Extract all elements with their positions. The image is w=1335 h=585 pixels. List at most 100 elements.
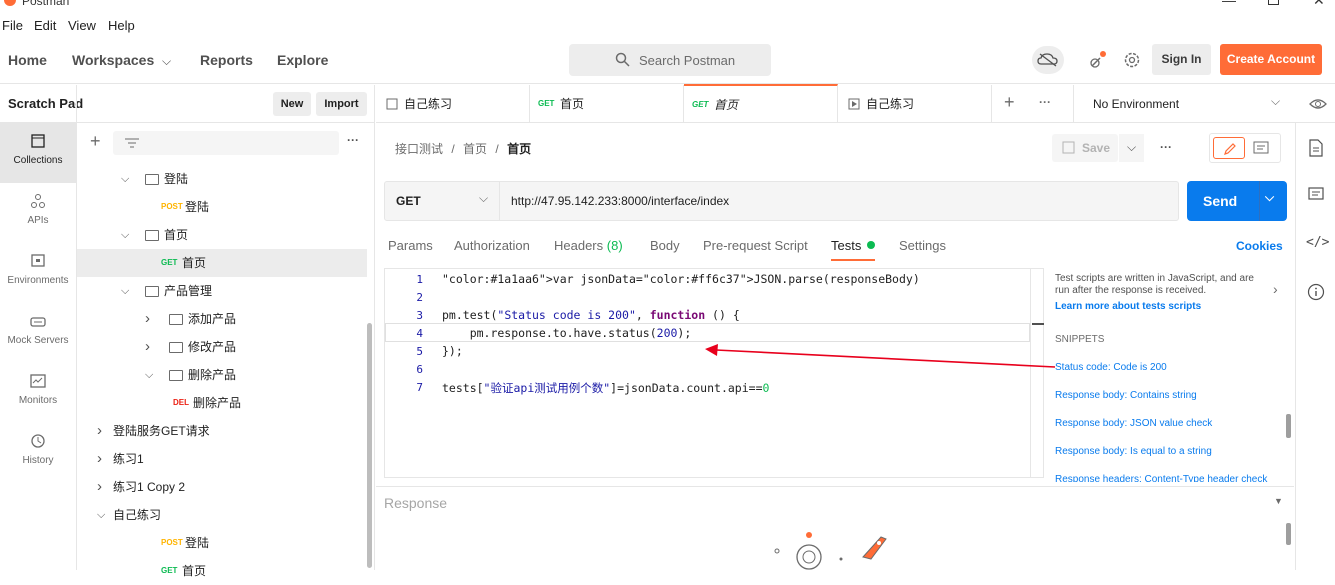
minimize-icon[interactable]: —	[1222, 0, 1236, 8]
url-input[interactable]: http://47.95.142.233:8000/interface/inde…	[511, 194, 729, 208]
method-select[interactable]: GET ⌵	[385, 182, 500, 220]
leftnav-history[interactable]: History	[0, 423, 76, 483]
tab-options-icon[interactable]: ···	[1039, 95, 1051, 109]
tree-folder-item[interactable]: › 修改产品	[77, 333, 367, 361]
leftnav-monitors[interactable]: Monitors	[0, 363, 76, 423]
chevron-right-icon[interactable]: ›	[97, 473, 102, 501]
tree-request-item[interactable]: POST 登陆	[77, 193, 367, 221]
tree-collection-item[interactable]: › 练习1 Copy 2	[77, 473, 367, 501]
tab-headers[interactable]: Headers (8)	[554, 238, 623, 253]
send-button[interactable]: Send ⌵	[1187, 181, 1287, 221]
chevron-down-icon[interactable]: ⌵	[121, 165, 129, 193]
snippet-link[interactable]: Response headers: Content-Type header ch…	[1055, 474, 1290, 482]
tab-authorization[interactable]: Authorization	[454, 238, 530, 253]
nav-workspaces[interactable]: Workspaces	[72, 52, 154, 68]
tests-editor[interactable]: 1 "color:#1a1aa6">var jsonData="color:#ff…	[384, 268, 1044, 478]
tab-4[interactable]: 自己练习	[838, 85, 992, 123]
learn-more-link[interactable]: Learn more about tests scripts	[1055, 301, 1290, 312]
add-icon[interactable]: +	[90, 131, 101, 152]
menu-view[interactable]: View	[68, 18, 96, 33]
tree-folder-item[interactable]: ⌵ 首页	[77, 221, 367, 249]
chevron-down-icon[interactable]: ⌵	[121, 277, 129, 305]
eye-icon[interactable]	[1309, 97, 1327, 111]
chevron-down-icon[interactable]: ⌵	[1265, 190, 1274, 205]
tree-request-item[interactable]: POST 登陆	[77, 529, 367, 557]
filter-input[interactable]	[113, 131, 339, 155]
breadcrumb-folder[interactable]: 首页	[463, 142, 487, 156]
tree-request-item[interactable]: DEL 删除产品	[77, 389, 367, 417]
sidebar-scrollbar[interactable]	[367, 323, 372, 568]
search-input[interactable]: Search Postman	[569, 44, 771, 76]
chevron-right-icon[interactable]: ›	[145, 305, 150, 333]
tree-request-item[interactable]: GET 首页	[77, 249, 367, 277]
breadcrumb-collection[interactable]: 接口测试	[395, 142, 443, 156]
nav-explore[interactable]: Explore	[277, 52, 328, 68]
tab-settings[interactable]: Settings	[899, 238, 946, 253]
chevron-right-icon[interactable]: ›	[1273, 281, 1278, 297]
tree-folder-item[interactable]: ⌵ 登陆	[77, 165, 367, 193]
cookies-link[interactable]: Cookies	[1236, 239, 1283, 253]
menu-help[interactable]: Help	[108, 18, 135, 33]
more-options-icon[interactable]: ···	[1160, 140, 1172, 154]
menu-file[interactable]: File	[2, 18, 23, 33]
import-button[interactable]: Import	[316, 92, 367, 116]
new-tab-icon[interactable]: +	[1004, 92, 1015, 113]
tree-collection-item[interactable]: ⌵ 自己练习	[77, 501, 367, 529]
snippet-link[interactable]: Status code: Code is 200	[1055, 362, 1290, 373]
tab-params[interactable]: Params	[388, 238, 433, 253]
environment-select[interactable]: No Environment ⌵	[1073, 85, 1285, 122]
tab-1[interactable]: 自己练习	[376, 85, 530, 123]
leftnav-collections[interactable]: Collections	[0, 123, 76, 183]
more-options-icon[interactable]: ···	[347, 133, 359, 147]
chevron-right-icon[interactable]: ›	[145, 333, 150, 361]
gear-icon[interactable]	[1123, 51, 1141, 69]
code-line[interactable]: pm.test("Status code is 200", function (…	[442, 308, 740, 322]
code-line[interactable]: "color:#1a1aa6">var jsonData="color:#ff6…	[442, 272, 920, 286]
tab-2[interactable]: GET 首页	[530, 85, 684, 123]
code-line[interactable]: });	[442, 344, 463, 358]
satellite-icon[interactable]	[1088, 50, 1108, 70]
edit-mode-button[interactable]	[1213, 137, 1245, 159]
snippets-scrollbar[interactable]	[1286, 414, 1291, 438]
chevron-down-icon[interactable]: ⌵	[97, 501, 105, 529]
code-line[interactable]: tests["验证api测试用例个数"]=jsonData.count.api=…	[442, 380, 769, 396]
info-icon[interactable]	[1307, 283, 1325, 301]
chevron-down-icon[interactable]: ⌵	[162, 54, 171, 69]
close-icon[interactable]: ✕	[1313, 0, 1325, 9]
sync-cloud-icon[interactable]	[1032, 46, 1064, 74]
snippet-link[interactable]: Response body: Is equal to a string	[1055, 446, 1290, 457]
code-icon[interactable]: </>	[1306, 235, 1329, 250]
documentation-icon[interactable]	[1308, 139, 1324, 157]
leftnav-mock-servers[interactable]: Mock Servers	[0, 303, 76, 363]
snippet-link[interactable]: Response body: JSON value check	[1055, 418, 1290, 429]
create-account-button[interactable]: Create Account	[1220, 44, 1322, 75]
nav-reports[interactable]: Reports	[200, 52, 253, 68]
tree-folder-item[interactable]: › 添加产品	[77, 305, 367, 333]
save-button[interactable]: Save	[1052, 134, 1118, 162]
tree-request-item[interactable]: GET 首页	[77, 557, 367, 585]
new-button[interactable]: New	[273, 92, 311, 116]
tree-folder-item[interactable]: ⌵ 产品管理	[77, 277, 367, 305]
chevron-down-icon[interactable]: ⌵	[121, 221, 129, 249]
snippet-link[interactable]: Response body: Contains string	[1055, 390, 1290, 401]
response-scrollbar[interactable]	[1286, 523, 1291, 545]
maximize-icon[interactable]	[1268, 0, 1279, 5]
tree-folder-item[interactable]: ⌵ 删除产品	[77, 361, 367, 389]
tree-collection-item[interactable]: › 登陆服务GET请求	[77, 417, 367, 445]
collapse-response-icon[interactable]: ▼	[1274, 496, 1283, 506]
leftnav-apis[interactable]: APIs	[0, 183, 76, 243]
tab-3-active[interactable]: GET 首页	[684, 84, 838, 122]
save-dropdown[interactable]: ⌵	[1119, 134, 1144, 162]
tab-body[interactable]: Body	[650, 238, 680, 253]
tab-pre-request-script[interactable]: Pre-request Script	[703, 238, 808, 253]
tab-tests[interactable]: Tests	[831, 238, 861, 253]
comments-icon[interactable]	[1253, 141, 1269, 155]
menu-edit[interactable]: Edit	[34, 18, 56, 33]
leftnav-environments[interactable]: Environments	[0, 243, 76, 303]
sign-in-button[interactable]: Sign In	[1152, 44, 1211, 75]
chevron-right-icon[interactable]: ›	[97, 417, 102, 445]
nav-home[interactable]: Home	[8, 52, 47, 68]
tree-collection-item[interactable]: › 练习1	[77, 445, 367, 473]
comments-icon[interactable]	[1308, 187, 1324, 203]
chevron-right-icon[interactable]: ›	[97, 445, 102, 473]
